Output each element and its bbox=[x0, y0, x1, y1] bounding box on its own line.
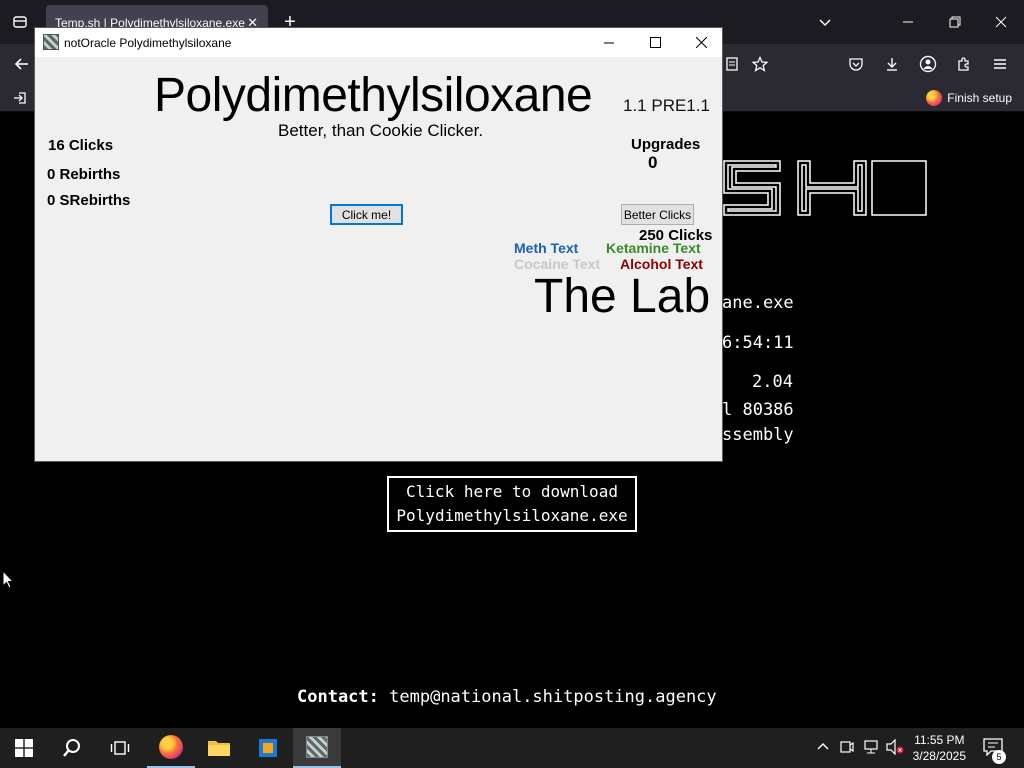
app-close-button[interactable] bbox=[678, 28, 724, 57]
extensions-icon[interactable] bbox=[954, 54, 974, 74]
click-me-button[interactable]: Click me! bbox=[330, 204, 403, 225]
finish-setup-label: Finish setup bbox=[947, 91, 1012, 105]
volume-muted-icon[interactable] bbox=[886, 738, 904, 758]
meet-now-icon[interactable] bbox=[840, 739, 854, 758]
clock-date: 3/28/2025 bbox=[912, 749, 966, 763]
app-body: Polydimethylsiloxane 1.1 PRE1.1 Better, … bbox=[35, 57, 722, 462]
tagline: Better, than Cookie Clicker. bbox=[278, 121, 484, 140]
app-titlebar[interactable]: notOracle Polydimethylsiloxane bbox=[35, 28, 722, 57]
firefox-taskbar-icon[interactable] bbox=[147, 728, 195, 768]
windows-logo-icon bbox=[15, 739, 33, 757]
clicks-counter: 16 Clicks bbox=[48, 137, 114, 154]
back-arrow-icon[interactable] bbox=[12, 54, 32, 74]
pocket-icon[interactable] bbox=[846, 54, 866, 74]
close-icon[interactable] bbox=[991, 12, 1011, 32]
contact-line: Contact: temp@national.shitposting.agenc… bbox=[297, 687, 717, 707]
taskbar-clock[interactable]: 11:55 PM 3/28/2025 bbox=[913, 732, 966, 764]
finish-setup-button[interactable]: Finish setup bbox=[926, 90, 1012, 106]
type-line: ssembly bbox=[722, 425, 794, 445]
srebirths-counter: 0 SRebirths bbox=[47, 192, 131, 209]
app-window-title: notOracle Polydimethylsiloxane bbox=[64, 36, 232, 50]
mouse-cursor-icon bbox=[2, 570, 14, 589]
reader-view-icon[interactable] bbox=[722, 54, 742, 74]
size-line: 2.04 bbox=[752, 372, 793, 392]
lab-title: The Lab bbox=[534, 270, 711, 323]
import-bookmarks-icon[interactable] bbox=[12, 90, 28, 106]
app-maximize-button[interactable] bbox=[632, 28, 678, 57]
clock-time: 11:55 PM bbox=[914, 733, 965, 747]
task-view-icon[interactable] bbox=[96, 728, 144, 768]
app-window: notOracle Polydimethylsiloxane Polydimet… bbox=[34, 27, 723, 462]
tab-list-icon[interactable] bbox=[10, 12, 30, 32]
search-icon[interactable] bbox=[48, 728, 96, 768]
polydimethylsiloxane-taskbar-icon[interactable] bbox=[293, 728, 341, 768]
app-icon bbox=[43, 34, 59, 50]
download-link[interactable]: Click here to download Polydimethylsilox… bbox=[387, 476, 637, 532]
app-minimize-button[interactable] bbox=[586, 28, 632, 57]
ascii-logo bbox=[722, 157, 932, 219]
contact-email[interactable]: temp@national.shitposting.agency bbox=[389, 687, 717, 707]
version-label: 1.1 PRE1.1 bbox=[623, 96, 710, 115]
download-icon[interactable] bbox=[882, 54, 902, 74]
chevron-up-icon[interactable] bbox=[816, 739, 830, 756]
download-link-line2: Polydimethylsiloxane.exe bbox=[396, 506, 628, 525]
notification-badge: 5 bbox=[992, 750, 1006, 764]
restore-icon[interactable] bbox=[945, 12, 965, 32]
rebirths-counter: 0 Rebirths bbox=[47, 166, 121, 183]
lab-ketamine-text: Ketamine Text bbox=[606, 240, 701, 256]
minimize-icon[interactable] bbox=[898, 12, 918, 32]
start-button[interactable] bbox=[0, 728, 48, 768]
upgrades-count: 0 bbox=[648, 153, 658, 172]
timestamp-line: 6:54:11 bbox=[722, 333, 794, 353]
download-link-line1: Click here to download bbox=[406, 482, 618, 501]
file-explorer-icon[interactable] bbox=[195, 728, 243, 768]
taskbar: 11:55 PM 3/28/2025 5 bbox=[0, 728, 1024, 768]
app-icon bbox=[306, 736, 328, 758]
menu-icon[interactable] bbox=[990, 54, 1010, 74]
chevron-down-icon[interactable] bbox=[815, 12, 835, 32]
arch-line: l 80386 bbox=[722, 400, 794, 420]
account-icon[interactable] bbox=[918, 54, 938, 74]
file-name-line: ane.exe bbox=[722, 293, 794, 313]
network-icon[interactable] bbox=[863, 739, 879, 758]
lab-meth-text: Meth Text bbox=[514, 240, 579, 256]
contact-label: Contact: bbox=[297, 687, 379, 707]
firefox-logo-icon bbox=[926, 90, 943, 106]
virtualbox-icon[interactable] bbox=[244, 728, 292, 768]
upgrades-label: Upgrades bbox=[631, 136, 701, 153]
bookmark-star-icon[interactable] bbox=[750, 54, 770, 74]
firefox-logo-icon bbox=[159, 735, 183, 759]
game-title: Polydimethylsiloxane bbox=[154, 69, 593, 122]
better-clicks-button[interactable]: Better Clicks bbox=[621, 204, 694, 225]
